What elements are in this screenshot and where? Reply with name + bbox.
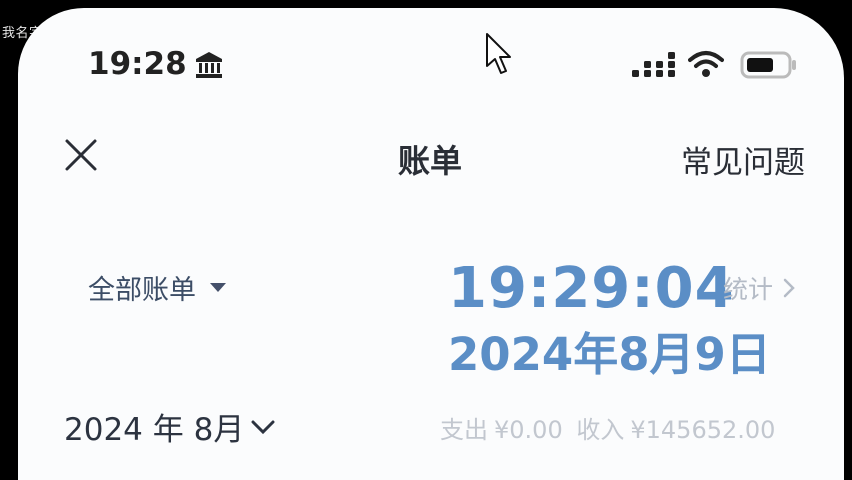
bank-icon [196,52,222,78]
month-label: 2024 年 8月 [64,412,245,448]
close-icon[interactable] [64,138,98,172]
bill-filter-label: 全部账单 [88,275,196,306]
page-title: 账单 [398,142,463,180]
overlay-clock-time: 19:29:04 [448,256,735,321]
caret-down-icon [210,283,226,292]
expense-value: ¥0.00 [494,416,563,444]
status-bar-time: 19:28 [88,46,187,82]
income-value: ¥145652.00 [630,416,776,444]
stats-label: 统计 [723,275,774,304]
chevron-right-icon [783,278,795,298]
phone-screen: 19:28 账单 常见问题 全部账单 19:29:04 2024年8月9日 统计… [18,8,844,480]
month-selector[interactable]: 2024 年 8月 [64,404,276,449]
signal-icon [632,52,675,77]
bill-filter-dropdown[interactable]: 全部账单 [88,268,226,307]
overlay-clock-date: 2024年8月9日 [448,328,771,381]
battery-icon [740,51,796,79]
wifi-icon [688,51,724,77]
mouse-cursor-icon [486,33,511,74]
chevron-down-icon [251,420,275,434]
income-label: 收入 [576,416,625,444]
expense-label: 支出 [440,416,488,444]
faq-link[interactable]: 常见问题 [681,137,805,182]
month-summary: 支出 ¥0.00 收入 ¥145652.00 [440,410,781,445]
stats-link[interactable]: 统计 [723,270,795,306]
